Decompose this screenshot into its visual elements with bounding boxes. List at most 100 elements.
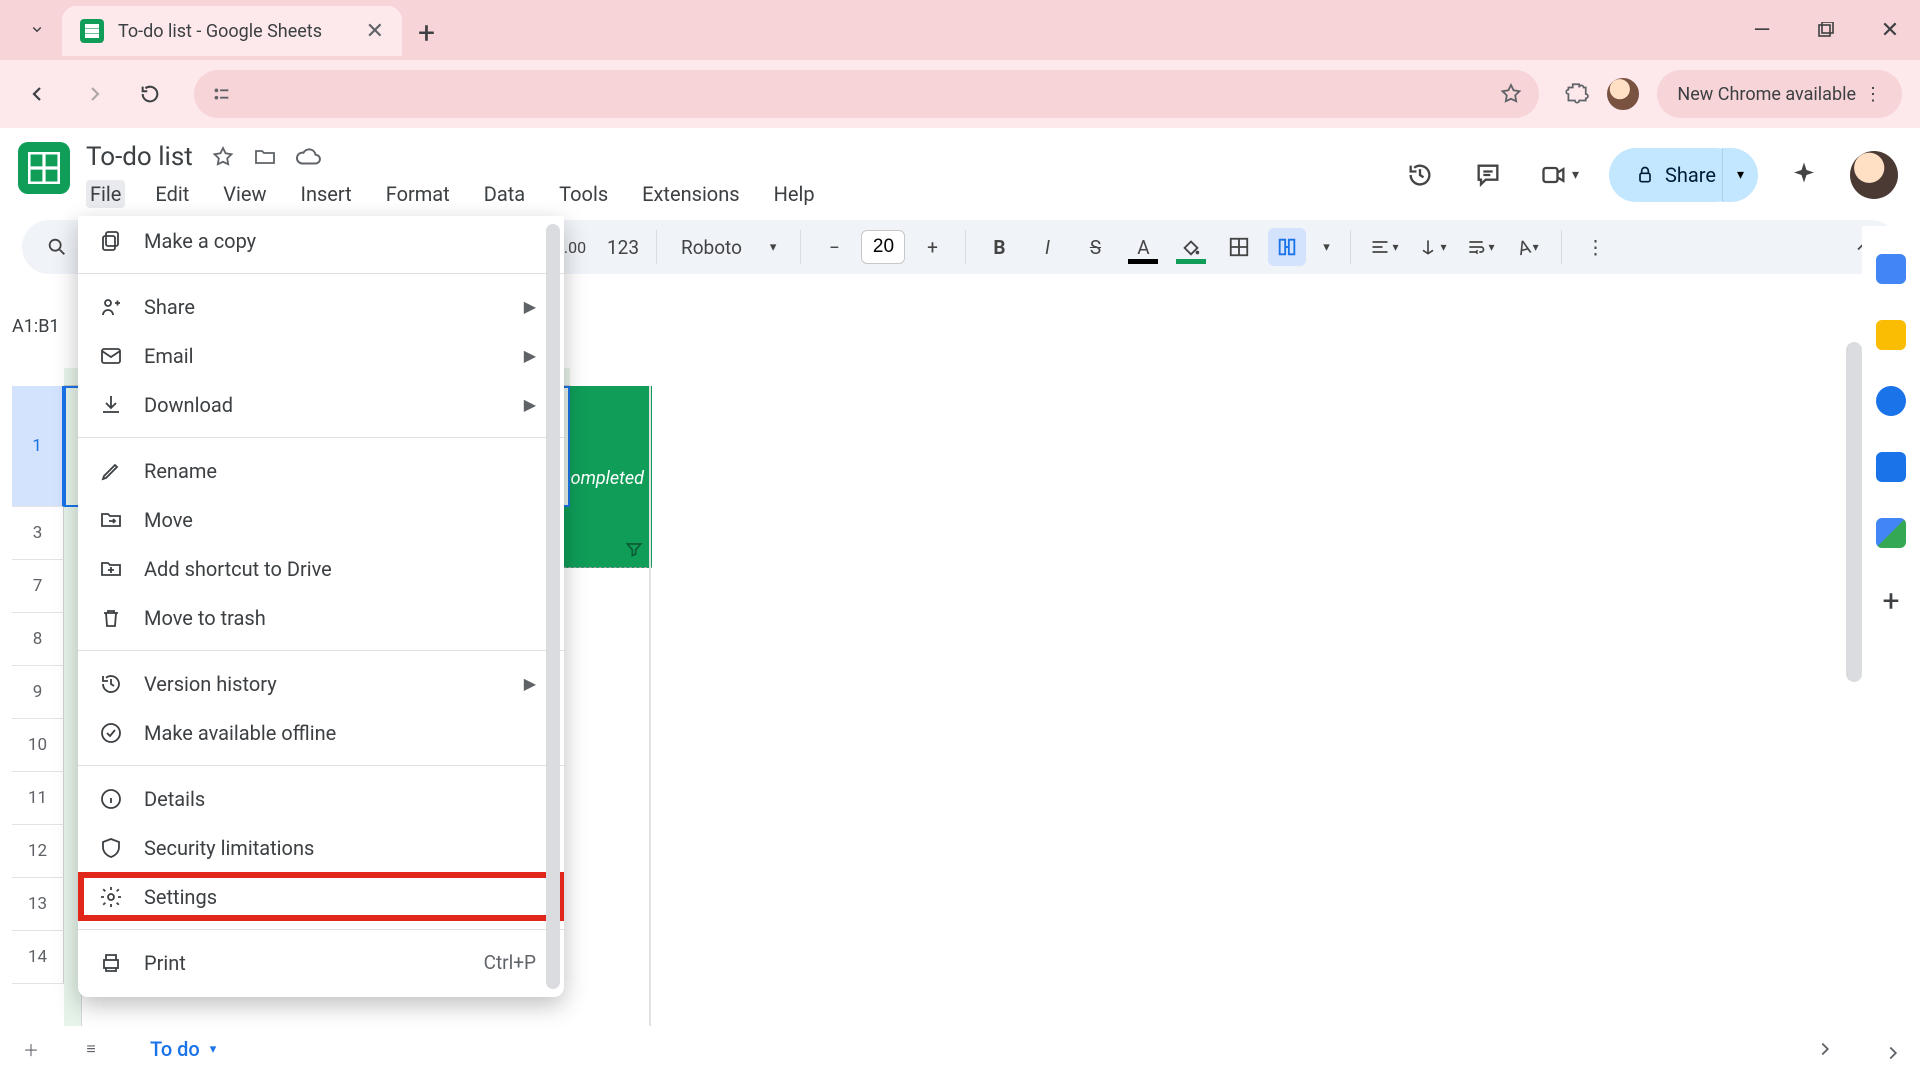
file-menu-move[interactable]: Move [78, 495, 564, 544]
menu-format[interactable]: Format [382, 180, 454, 208]
extensions-button[interactable] [1563, 81, 1589, 107]
comments-button[interactable] [1466, 153, 1510, 197]
italic-button[interactable]: I [1028, 228, 1066, 266]
file-menu-print[interactable]: PrintCtrl+P [78, 938, 564, 987]
scrollbar-thumb[interactable] [1846, 342, 1862, 682]
nav-forward-button[interactable] [74, 74, 114, 114]
window-maximize-button[interactable] [1806, 10, 1846, 50]
row-header[interactable]: 7 [12, 560, 64, 613]
file-menu-rename[interactable]: Rename [78, 446, 564, 495]
window-close-button[interactable]: ✕ [1870, 10, 1910, 50]
address-bar[interactable] [194, 70, 1539, 118]
star-button[interactable] [211, 145, 235, 169]
text-color-button[interactable]: A [1124, 228, 1162, 266]
search-menus-button[interactable] [38, 228, 76, 266]
cloud-status-button[interactable] [295, 144, 321, 170]
window-minimize-button[interactable]: ― [1742, 10, 1782, 50]
menu-scrollbar-thumb[interactable] [546, 224, 560, 989]
menu-item-label: Details [144, 787, 205, 811]
history-button[interactable] [1398, 153, 1442, 197]
file-menu-offline[interactable]: Make available offline [78, 708, 564, 757]
vertical-scrollbar[interactable] [1846, 342, 1862, 1010]
row-header[interactable]: 9 [12, 666, 64, 719]
strikethrough-button[interactable]: S [1076, 228, 1114, 266]
fill-color-button[interactable] [1172, 228, 1210, 266]
keep-addon-button[interactable] [1876, 320, 1906, 350]
file-menu-settings[interactable]: Settings [78, 872, 564, 921]
file-menu-history[interactable]: Version history▶ [78, 659, 564, 708]
font-size-input[interactable] [861, 230, 905, 264]
horizontal-align-button[interactable]: ▾ [1365, 228, 1403, 266]
gemini-button[interactable] [1782, 153, 1826, 197]
tasks-addon-button[interactable] [1876, 386, 1906, 416]
menu-scrollbar[interactable] [546, 216, 560, 997]
more-toolbar-button[interactable]: ⋮ [1576, 228, 1614, 266]
file-menu-shortcut[interactable]: Add shortcut to Drive [78, 544, 564, 593]
menu-item-label: Make a copy [144, 229, 256, 253]
menu-view[interactable]: View [219, 180, 270, 208]
row-header[interactable]: 8 [12, 613, 64, 666]
file-menu-email[interactable]: Email▶ [78, 331, 564, 380]
file-menu-copy[interactable]: Make a copy [78, 216, 564, 265]
account-avatar[interactable] [1850, 151, 1898, 199]
sheet-tab-active[interactable]: To do ▾ [132, 1031, 234, 1067]
menu-file[interactable]: File [86, 180, 125, 208]
chrome-update-chip[interactable]: New Chrome available ⋮ [1657, 70, 1902, 118]
file-menu-share[interactable]: Share▶ [78, 282, 564, 331]
text-wrap-button[interactable]: ▾ [1461, 228, 1499, 266]
row-header[interactable]: 13 [12, 878, 64, 931]
site-settings-icon[interactable] [210, 83, 232, 105]
filter-button[interactable] [624, 539, 644, 559]
new-tab-button[interactable]: + [418, 16, 435, 51]
side-panel-collapse-button[interactable] [1882, 1042, 1904, 1064]
bold-button[interactable]: B [980, 228, 1018, 266]
merge-dropdown-button[interactable]: ▾ [1316, 228, 1336, 266]
all-sheets-button[interactable]: ≡ [72, 1030, 110, 1068]
tabs-dropdown-button[interactable] [22, 14, 52, 44]
calendar-addon-button[interactable] [1876, 254, 1906, 284]
menu-data[interactable]: Data [480, 180, 529, 208]
menu-extensions[interactable]: Extensions [638, 180, 743, 208]
menu-tools[interactable]: Tools [555, 180, 612, 208]
sheets-logo-icon[interactable] [18, 142, 70, 194]
font-size-decrease-button[interactable]: − [815, 228, 853, 266]
format-number-button[interactable]: 123 [604, 228, 642, 266]
name-box[interactable]: A1:B1 [12, 310, 86, 342]
move-button[interactable] [253, 145, 277, 169]
maps-addon-button[interactable] [1876, 518, 1906, 548]
file-menu-trash[interactable]: Move to trash [78, 593, 564, 642]
row-header[interactable]: 11 [12, 772, 64, 825]
row-header[interactable]: 10 [12, 719, 64, 772]
font-family-select[interactable]: Roboto ▾ [671, 236, 786, 259]
document-title[interactable]: To-do list [86, 142, 193, 172]
vertical-align-button[interactable]: ▾ [1413, 228, 1451, 266]
row-header[interactable]: 12 [12, 825, 64, 878]
merge-cells-button[interactable] [1268, 228, 1306, 266]
menu-help[interactable]: Help [770, 180, 819, 208]
row-header[interactable]: 14 [12, 931, 64, 984]
text-rotation-button[interactable]: A▾ [1509, 228, 1547, 266]
chrome-profile-avatar[interactable] [1605, 76, 1641, 112]
explore-button[interactable] [1806, 1030, 1844, 1068]
row-header[interactable]: 1 [12, 386, 64, 507]
file-menu-details[interactable]: Details [78, 774, 564, 823]
menu-insert[interactable]: Insert [297, 180, 356, 208]
get-addons-button[interactable]: + [1882, 584, 1899, 619]
share-dropdown-button[interactable]: ▾ [1722, 148, 1758, 202]
nav-back-button[interactable] [18, 74, 58, 114]
close-tab-button[interactable]: ✕ [366, 19, 384, 44]
menu-edit[interactable]: Edit [151, 180, 193, 208]
file-menu-download[interactable]: Download▶ [78, 380, 564, 429]
browser-tab[interactable]: To-do list - Google Sheets ✕ [62, 6, 402, 56]
share-label: Share [1665, 163, 1716, 187]
add-sheet-button[interactable]: ＋ [12, 1030, 50, 1068]
borders-button[interactable] [1220, 228, 1258, 266]
bookmark-star-icon[interactable] [1499, 82, 1523, 106]
font-size-increase-button[interactable]: + [913, 228, 951, 266]
meet-button[interactable]: ▾ [1534, 153, 1585, 197]
row-header[interactable]: 3 [12, 507, 64, 560]
nav-reload-button[interactable] [130, 74, 170, 114]
contacts-addon-button[interactable] [1876, 452, 1906, 482]
file-menu-security[interactable]: Security limitations [78, 823, 564, 872]
email-icon [98, 344, 124, 368]
